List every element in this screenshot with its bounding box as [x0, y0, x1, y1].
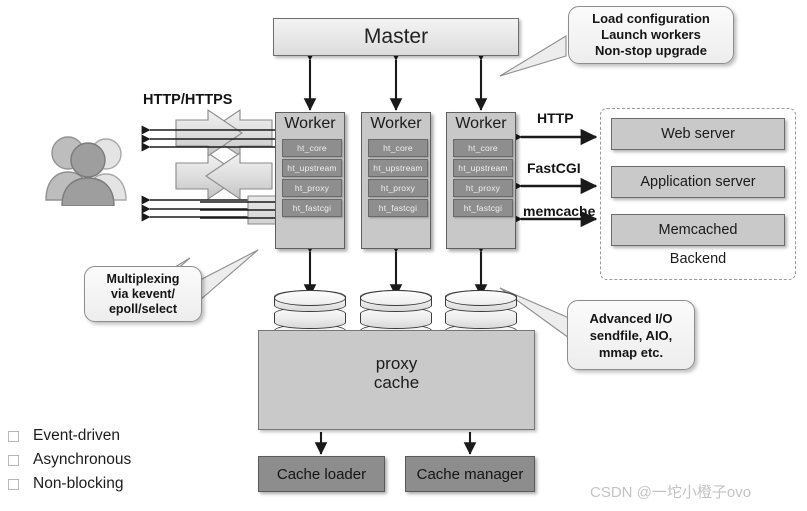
proxy-cache-label-line2: cache — [373, 373, 420, 392]
legend-bullet-icon — [8, 454, 19, 466]
proxy-cache-box[interactable]: proxy cache — [258, 330, 535, 430]
worker-module-ht-proxy[interactable]: ht_proxy — [453, 179, 513, 197]
worker-process-box-1[interactable]: Worker ht_core ht_upstream ht_proxy ht_f… — [275, 112, 345, 249]
worker-process-box-3[interactable]: Worker ht_core ht_upstream ht_proxy ht_f… — [446, 112, 516, 249]
backend-memcached[interactable]: Memcached — [611, 214, 785, 246]
master-process-box[interactable]: Master — [273, 18, 519, 56]
callout-line: Advanced I/O — [589, 310, 673, 326]
callout-line: Load configuration — [592, 11, 710, 26]
worker-module-ht-core[interactable]: ht_core — [453, 139, 513, 157]
backend-memcached-label: Memcached — [658, 222, 738, 238]
callout-line: Non-stop upgrade — [595, 43, 707, 58]
legend-label: Event-driven — [33, 427, 121, 444]
backend-application-server[interactable]: Application server — [611, 166, 785, 198]
callout-multiplexing: Multiplexing via kevent/ epoll/select — [84, 266, 202, 322]
worker-process-box-2[interactable]: Worker ht_core ht_upstream ht_proxy ht_f… — [361, 112, 431, 249]
legend-item-event-driven: Event-driven — [8, 424, 131, 448]
callout-line: Multiplexing — [106, 271, 180, 286]
legend-item-asynchronous: Asynchronous — [8, 448, 131, 472]
backend-group: Web server Application server Memcached … — [600, 108, 796, 280]
worker-module-ht-proxy[interactable]: ht_proxy — [368, 179, 428, 197]
legend-bullet-icon — [8, 430, 19, 442]
backend-web-server[interactable]: Web server — [611, 118, 785, 150]
callout-line: via kevent/ — [111, 286, 175, 301]
label-http-https: HTTP/HTTPS — [143, 92, 233, 108]
worker-module-ht-proxy[interactable]: ht_proxy — [282, 179, 342, 197]
legend-label: Non-blocking — [33, 475, 124, 492]
label-protocol-http: HTTP — [537, 110, 574, 126]
legend-label: Asynchronous — [33, 451, 132, 468]
worker-title: Worker — [284, 115, 336, 132]
worker-module-ht-fastcgi[interactable]: ht_fastcgi — [453, 199, 513, 217]
legend-item-non-blocking: Non-blocking — [8, 472, 131, 496]
proxy-cache-label-line1: proxy — [375, 354, 418, 373]
label-protocol-fastcgi: FastCGI — [527, 160, 581, 176]
diagram-canvas: Master Worker ht_core ht_upstream ht_pro… — [0, 0, 807, 511]
master-label: Master — [363, 25, 429, 48]
worker-title: Worker — [455, 115, 507, 132]
callout-line: epoll/select — [108, 301, 178, 316]
worker-module-ht-upstream[interactable]: ht_upstream — [368, 159, 428, 177]
cache-manager-label: Cache manager — [416, 465, 524, 483]
cache-loader-label: Cache loader — [276, 465, 367, 483]
callout-master-responsibilities: Load configuration Launch workers Non-st… — [568, 6, 734, 64]
worker-module-ht-fastcgi[interactable]: ht_fastcgi — [368, 199, 428, 217]
watermark-text: CSDN @一坨小橙子ovo — [590, 484, 752, 501]
cache-loader-box[interactable]: Cache loader — [258, 456, 385, 492]
worker-module-ht-fastcgi[interactable]: ht_fastcgi — [282, 199, 342, 217]
proxy-cache-label: proxy cache — [259, 354, 534, 392]
worker-module-ht-upstream[interactable]: ht_upstream — [453, 159, 513, 177]
label-protocol-memcache: memcache — [523, 203, 596, 219]
callout-line: sendfile, AIO, — [589, 327, 673, 343]
callout-line: mmap etc. — [598, 344, 664, 360]
cache-manager-box[interactable]: Cache manager — [405, 456, 535, 492]
worker-module-ht-upstream[interactable]: ht_upstream — [282, 159, 342, 177]
callout-line: Launch workers — [601, 27, 701, 42]
backend-web-server-label: Web server — [661, 126, 735, 142]
worker-module-ht-core[interactable]: ht_core — [282, 139, 342, 157]
worker-module-ht-core[interactable]: ht_core — [368, 139, 428, 157]
backend-application-server-label: Application server — [640, 174, 756, 190]
backend-group-label: Backend — [669, 251, 727, 267]
callout-advanced-io: Advanced I/O sendfile, AIO, mmap etc. — [567, 300, 695, 370]
users-icon — [44, 130, 130, 207]
worker-title: Worker — [370, 115, 422, 132]
legend-bullet-icon — [8, 478, 19, 490]
feature-legend: Event-driven Asynchronous Non-blocking — [8, 424, 131, 496]
